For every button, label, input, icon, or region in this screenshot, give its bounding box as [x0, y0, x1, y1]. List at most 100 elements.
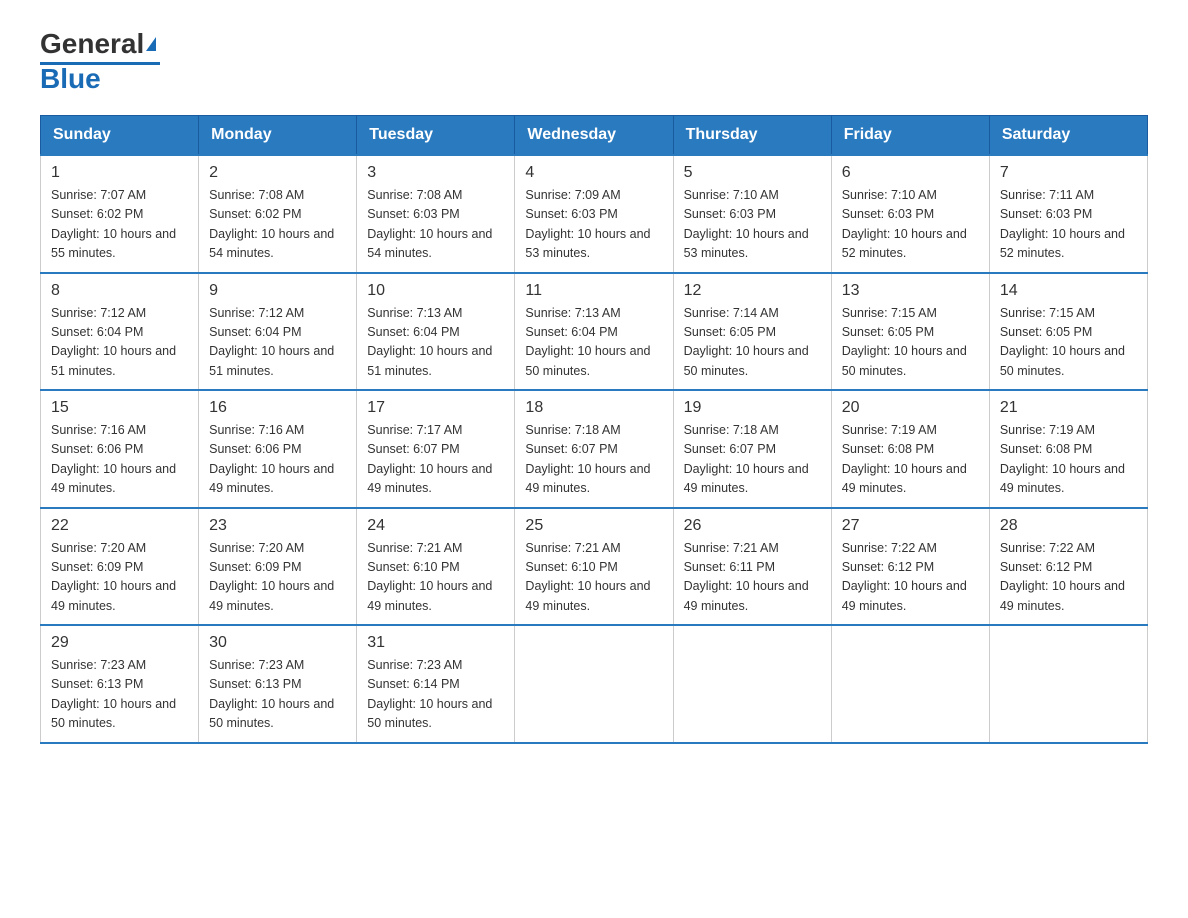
day-info: Sunrise: 7:23 AM Sunset: 6:13 PM Dayligh… — [209, 656, 346, 734]
day-number: 12 — [684, 282, 821, 300]
day-info: Sunrise: 7:07 AM Sunset: 6:02 PM Dayligh… — [51, 186, 188, 264]
calendar-cell: 11 Sunrise: 7:13 AM Sunset: 6:04 PM Dayl… — [515, 273, 673, 391]
day-number: 30 — [209, 634, 346, 652]
day-number: 6 — [842, 164, 979, 182]
day-info: Sunrise: 7:12 AM Sunset: 6:04 PM Dayligh… — [51, 304, 188, 382]
day-header-monday: Monday — [199, 116, 357, 156]
calendar-cell: 21 Sunrise: 7:19 AM Sunset: 6:08 PM Dayl… — [989, 390, 1147, 508]
calendar-cell: 7 Sunrise: 7:11 AM Sunset: 6:03 PM Dayli… — [989, 155, 1147, 273]
calendar-header-row: SundayMondayTuesdayWednesdayThursdayFrid… — [41, 116, 1148, 156]
calendar-cell: 26 Sunrise: 7:21 AM Sunset: 6:11 PM Dayl… — [673, 508, 831, 626]
day-info: Sunrise: 7:12 AM Sunset: 6:04 PM Dayligh… — [209, 304, 346, 382]
logo-text-blue: Blue — [40, 63, 101, 94]
calendar-cell: 31 Sunrise: 7:23 AM Sunset: 6:14 PM Dayl… — [357, 625, 515, 743]
day-info: Sunrise: 7:23 AM Sunset: 6:13 PM Dayligh… — [51, 656, 188, 734]
day-header-tuesday: Tuesday — [357, 116, 515, 156]
logo-text-general: General — [40, 30, 144, 58]
day-number: 29 — [51, 634, 188, 652]
calendar-week-row: 29 Sunrise: 7:23 AM Sunset: 6:13 PM Dayl… — [41, 625, 1148, 743]
calendar-cell: 24 Sunrise: 7:21 AM Sunset: 6:10 PM Dayl… — [357, 508, 515, 626]
calendar-cell: 12 Sunrise: 7:14 AM Sunset: 6:05 PM Dayl… — [673, 273, 831, 391]
calendar-cell: 13 Sunrise: 7:15 AM Sunset: 6:05 PM Dayl… — [831, 273, 989, 391]
day-info: Sunrise: 7:09 AM Sunset: 6:03 PM Dayligh… — [525, 186, 662, 264]
day-info: Sunrise: 7:20 AM Sunset: 6:09 PM Dayligh… — [209, 539, 346, 617]
day-number: 26 — [684, 517, 821, 535]
day-number: 10 — [367, 282, 504, 300]
calendar-cell: 1 Sunrise: 7:07 AM Sunset: 6:02 PM Dayli… — [41, 155, 199, 273]
day-number: 22 — [51, 517, 188, 535]
day-header-wednesday: Wednesday — [515, 116, 673, 156]
day-info: Sunrise: 7:10 AM Sunset: 6:03 PM Dayligh… — [842, 186, 979, 264]
calendar-cell: 14 Sunrise: 7:15 AM Sunset: 6:05 PM Dayl… — [989, 273, 1147, 391]
day-info: Sunrise: 7:14 AM Sunset: 6:05 PM Dayligh… — [684, 304, 821, 382]
day-info: Sunrise: 7:21 AM Sunset: 6:10 PM Dayligh… — [367, 539, 504, 617]
day-info: Sunrise: 7:13 AM Sunset: 6:04 PM Dayligh… — [367, 304, 504, 382]
day-number: 2 — [209, 164, 346, 182]
calendar-cell: 25 Sunrise: 7:21 AM Sunset: 6:10 PM Dayl… — [515, 508, 673, 626]
day-info: Sunrise: 7:17 AM Sunset: 6:07 PM Dayligh… — [367, 421, 504, 499]
day-number: 28 — [1000, 517, 1137, 535]
calendar-cell: 29 Sunrise: 7:23 AM Sunset: 6:13 PM Dayl… — [41, 625, 199, 743]
calendar-cell: 30 Sunrise: 7:23 AM Sunset: 6:13 PM Dayl… — [199, 625, 357, 743]
day-info: Sunrise: 7:10 AM Sunset: 6:03 PM Dayligh… — [684, 186, 821, 264]
day-number: 25 — [525, 517, 662, 535]
calendar-cell: 19 Sunrise: 7:18 AM Sunset: 6:07 PM Dayl… — [673, 390, 831, 508]
calendar-cell: 9 Sunrise: 7:12 AM Sunset: 6:04 PM Dayli… — [199, 273, 357, 391]
day-info: Sunrise: 7:21 AM Sunset: 6:10 PM Dayligh… — [525, 539, 662, 617]
day-info: Sunrise: 7:19 AM Sunset: 6:08 PM Dayligh… — [1000, 421, 1137, 499]
calendar-cell: 6 Sunrise: 7:10 AM Sunset: 6:03 PM Dayli… — [831, 155, 989, 273]
calendar-week-row: 22 Sunrise: 7:20 AM Sunset: 6:09 PM Dayl… — [41, 508, 1148, 626]
day-info: Sunrise: 7:15 AM Sunset: 6:05 PM Dayligh… — [842, 304, 979, 382]
calendar-cell: 15 Sunrise: 7:16 AM Sunset: 6:06 PM Dayl… — [41, 390, 199, 508]
page-header: General Blue — [40, 30, 1148, 95]
calendar-week-row: 1 Sunrise: 7:07 AM Sunset: 6:02 PM Dayli… — [41, 155, 1148, 273]
logo-triangle-icon — [146, 37, 156, 51]
calendar-cell: 27 Sunrise: 7:22 AM Sunset: 6:12 PM Dayl… — [831, 508, 989, 626]
day-number: 27 — [842, 517, 979, 535]
day-number: 8 — [51, 282, 188, 300]
calendar-cell — [831, 625, 989, 743]
calendar-cell: 16 Sunrise: 7:16 AM Sunset: 6:06 PM Dayl… — [199, 390, 357, 508]
day-number: 9 — [209, 282, 346, 300]
day-info: Sunrise: 7:16 AM Sunset: 6:06 PM Dayligh… — [209, 421, 346, 499]
day-number: 14 — [1000, 282, 1137, 300]
day-info: Sunrise: 7:21 AM Sunset: 6:11 PM Dayligh… — [684, 539, 821, 617]
day-header-thursday: Thursday — [673, 116, 831, 156]
day-number: 5 — [684, 164, 821, 182]
calendar-cell — [989, 625, 1147, 743]
day-number: 21 — [1000, 399, 1137, 417]
calendar-cell: 23 Sunrise: 7:20 AM Sunset: 6:09 PM Dayl… — [199, 508, 357, 626]
calendar-cell: 2 Sunrise: 7:08 AM Sunset: 6:02 PM Dayli… — [199, 155, 357, 273]
day-header-sunday: Sunday — [41, 116, 199, 156]
day-info: Sunrise: 7:22 AM Sunset: 6:12 PM Dayligh… — [842, 539, 979, 617]
calendar-table: SundayMondayTuesdayWednesdayThursdayFrid… — [40, 115, 1148, 744]
day-info: Sunrise: 7:15 AM Sunset: 6:05 PM Dayligh… — [1000, 304, 1137, 382]
day-number: 24 — [367, 517, 504, 535]
day-info: Sunrise: 7:18 AM Sunset: 6:07 PM Dayligh… — [684, 421, 821, 499]
day-info: Sunrise: 7:23 AM Sunset: 6:14 PM Dayligh… — [367, 656, 504, 734]
day-number: 17 — [367, 399, 504, 417]
day-info: Sunrise: 7:11 AM Sunset: 6:03 PM Dayligh… — [1000, 186, 1137, 264]
day-number: 23 — [209, 517, 346, 535]
day-header-friday: Friday — [831, 116, 989, 156]
calendar-cell: 17 Sunrise: 7:17 AM Sunset: 6:07 PM Dayl… — [357, 390, 515, 508]
calendar-cell: 28 Sunrise: 7:22 AM Sunset: 6:12 PM Dayl… — [989, 508, 1147, 626]
calendar-cell — [515, 625, 673, 743]
calendar-cell: 10 Sunrise: 7:13 AM Sunset: 6:04 PM Dayl… — [357, 273, 515, 391]
calendar-cell: 5 Sunrise: 7:10 AM Sunset: 6:03 PM Dayli… — [673, 155, 831, 273]
day-number: 20 — [842, 399, 979, 417]
day-number: 16 — [209, 399, 346, 417]
day-info: Sunrise: 7:20 AM Sunset: 6:09 PM Dayligh… — [51, 539, 188, 617]
day-number: 13 — [842, 282, 979, 300]
day-info: Sunrise: 7:13 AM Sunset: 6:04 PM Dayligh… — [525, 304, 662, 382]
day-info: Sunrise: 7:16 AM Sunset: 6:06 PM Dayligh… — [51, 421, 188, 499]
calendar-cell: 22 Sunrise: 7:20 AM Sunset: 6:09 PM Dayl… — [41, 508, 199, 626]
day-number: 19 — [684, 399, 821, 417]
day-info: Sunrise: 7:22 AM Sunset: 6:12 PM Dayligh… — [1000, 539, 1137, 617]
calendar-cell: 4 Sunrise: 7:09 AM Sunset: 6:03 PM Dayli… — [515, 155, 673, 273]
day-number: 18 — [525, 399, 662, 417]
day-number: 1 — [51, 164, 188, 182]
logo: General Blue — [40, 30, 160, 95]
calendar-cell — [673, 625, 831, 743]
day-number: 11 — [525, 282, 662, 300]
